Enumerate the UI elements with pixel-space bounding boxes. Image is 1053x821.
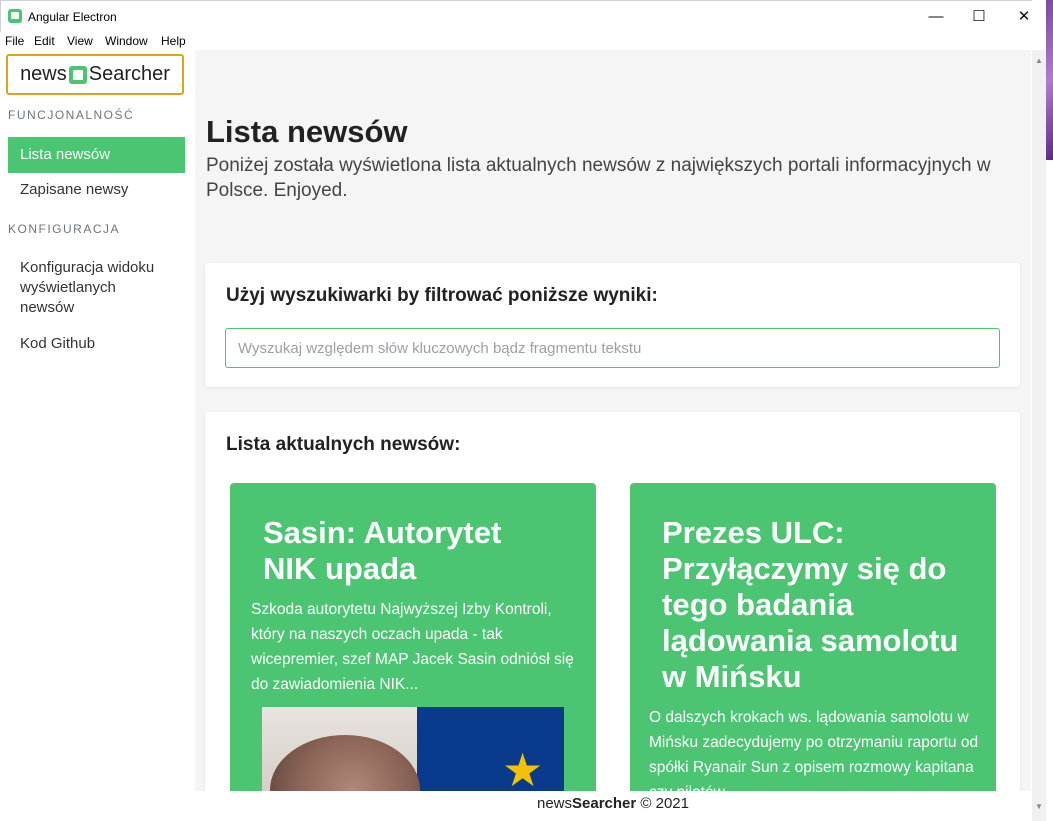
news-title[interactable]: Sasin: Autorytet NIK upada <box>263 515 563 587</box>
footer-brand: Searcher <box>572 795 637 812</box>
news-list-card: Lista aktualnych newsów: Sasin: Autoryte… <box>205 412 1020 821</box>
window-title: Angular Electron <box>28 10 117 24</box>
news-description: O dalszych krokach ws. lądowania samolot… <box>649 709 979 801</box>
sidebar-item-lista-newsow[interactable]: Lista newsów <box>8 137 185 173</box>
footer-news: news <box>536 795 573 812</box>
news-card[interactable]: Sasin: Autorytet NIK upada Szkoda autory… <box>230 483 596 821</box>
desktop-wallpaper <box>1046 0 1053 160</box>
logo-icon <box>68 65 87 84</box>
logo[interactable]: news Searcher <box>6 54 184 95</box>
search-input[interactable] <box>225 328 1000 368</box>
footer: newsSearcher © 2021 <box>195 791 1031 821</box>
section-label-funcjonalnosc: FUNCJONALNOŚĆ <box>8 108 135 122</box>
menu-file[interactable]: File <box>5 34 24 48</box>
sidebar-item-kod-github[interactable]: Kod Github <box>8 334 185 354</box>
news-list-heading: Lista aktualnych newsów: <box>226 434 461 455</box>
window-titlebar: Angular Electron — ☐ ✕ <box>0 0 1032 32</box>
sidebar-item-konfiguracja-widoku[interactable]: Konfiguracja widoku wyświetlanych newsów <box>8 258 185 318</box>
main-content: Lista newsów Poniżej została wyświetlona… <box>195 50 1031 821</box>
menu-edit[interactable]: Edit <box>34 34 55 48</box>
maximize-icon[interactable]: ☐ <box>956 1 1002 31</box>
page-title: Lista newsów <box>206 114 408 149</box>
scroll-up-icon[interactable]: ▲ <box>1035 56 1043 65</box>
minimize-icon[interactable]: — <box>913 1 959 31</box>
sidebar-item-zapisane-newsy[interactable]: Zapisane newsy <box>8 180 185 200</box>
footer-copyright: © 2021 <box>640 795 689 812</box>
page-subtitle: Poniżej została wyświetlona lista aktual… <box>206 155 991 201</box>
eu-star-icon: ★ <box>502 744 544 796</box>
menu-view[interactable]: View <box>67 34 93 48</box>
menu-window[interactable]: Window <box>105 34 148 48</box>
logo-text-right: Searcher <box>88 63 170 85</box>
news-card[interactable]: Prezes ULC: Przyłączymy się do tego bada… <box>630 483 996 821</box>
sidebar: news Searcher FUNCJONALNOŚĆ Lista newsów… <box>0 50 195 821</box>
menu-bar: File Edit View Window Help <box>0 32 1032 50</box>
vertical-scrollbar[interactable]: ▲ ▼ <box>1032 50 1046 821</box>
search-heading: Użyj wyszukiwarki by filtrować poniższe … <box>226 285 658 306</box>
search-card: Użyj wyszukiwarki by filtrować poniższe … <box>205 263 1020 387</box>
menu-help[interactable]: Help <box>161 34 186 48</box>
app-icon <box>8 9 22 23</box>
scroll-down-icon[interactable]: ▼ <box>1035 802 1043 811</box>
news-title[interactable]: Prezes ULC: Przyłączymy się do tego bada… <box>662 515 982 695</box>
logo-text-left: news <box>20 63 67 85</box>
news-description: Szkoda autorytetu Najwyższej Izby Kontro… <box>251 601 574 693</box>
section-label-konfiguracja: KONFIGURACJA <box>8 222 121 236</box>
close-icon[interactable]: ✕ <box>1001 1 1047 31</box>
